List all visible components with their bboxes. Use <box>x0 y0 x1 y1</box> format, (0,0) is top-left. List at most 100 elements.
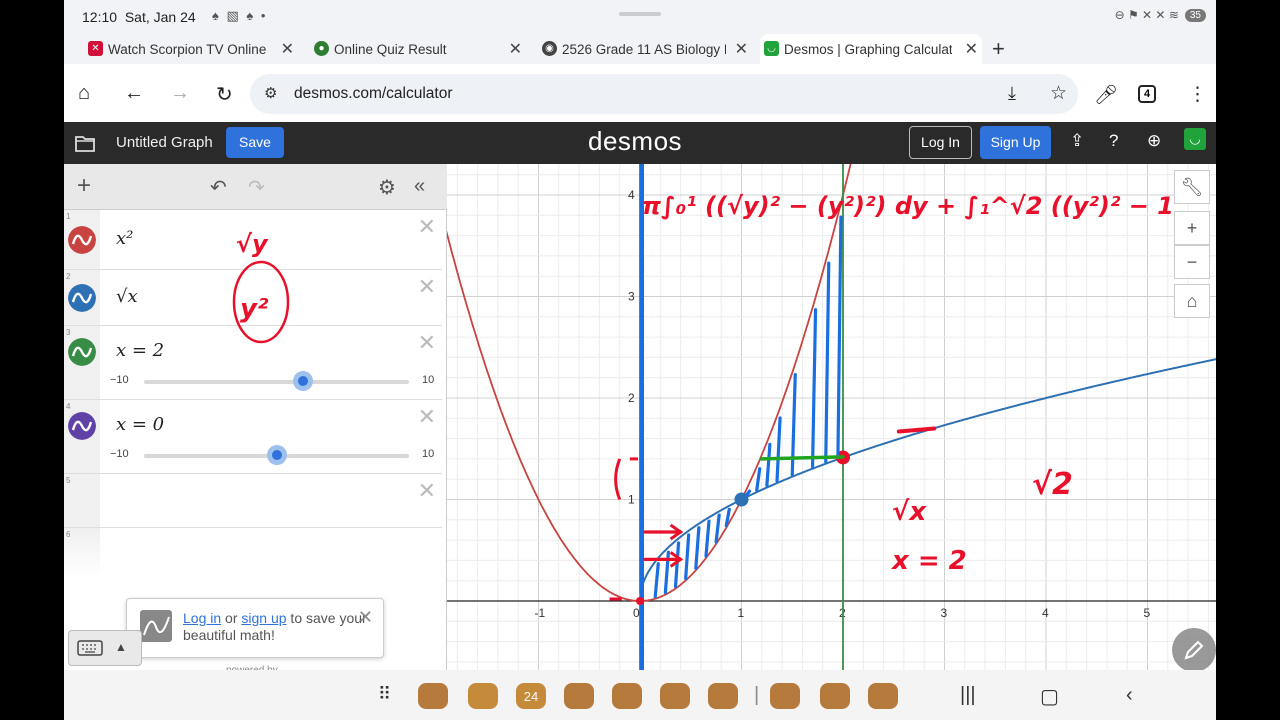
slider-x[interactable]: −10 10 <box>108 445 434 465</box>
graph-curve-icon[interactable] <box>68 412 96 440</box>
desmos-extension-icon[interactable]: ◡ <box>1184 128 1206 150</box>
signup-link[interactable]: sign up <box>241 610 286 626</box>
home-nav-icon[interactable]: ▢ <box>1040 684 1059 709</box>
delete-expression-icon[interactable]: ✕ <box>418 478 436 504</box>
login-button[interactable]: Log In <box>909 126 972 159</box>
settings-gear-icon[interactable]: ⚙ <box>378 175 396 200</box>
tab-biology[interactable]: ◉ 2526 Grade 11 AS Biology Ex ✕ <box>538 34 752 64</box>
recent-apps-icon[interactable]: ||| <box>960 684 976 707</box>
handwritten-x-equals-2: x = 2 <box>890 546 967 576</box>
collapse-panel-icon[interactable]: « <box>414 175 425 198</box>
files-app-icon[interactable] <box>468 683 498 709</box>
add-item-icon[interactable]: + <box>77 172 91 200</box>
graph-curve-icon[interactable] <box>68 284 96 312</box>
browser-tab-bar: ✕ Watch Scorpion TV Online | T ✕ ● Onlin… <box>64 32 1216 64</box>
home-icon[interactable]: ⌂ <box>78 82 90 105</box>
folder-icon[interactable] <box>74 132 96 154</box>
close-tab-icon[interactable]: ✕ <box>281 39 294 59</box>
menu-kebab-icon[interactable]: ⋮ <box>1188 83 1207 106</box>
expression-latex[interactable]: √x <box>116 286 138 307</box>
app-drawer-icon[interactable]: ⠿ <box>378 684 391 705</box>
gallery-app-icon[interactable] <box>868 683 898 709</box>
zoom-out-icon[interactable]: − <box>1174 245 1210 279</box>
back-nav-icon[interactable]: ‹ <box>1126 684 1133 707</box>
parabola-curve <box>447 164 852 602</box>
delete-expression-icon[interactable]: ✕ <box>418 404 436 430</box>
microphone-icon[interactable]: 🎤︎ <box>1094 83 1118 107</box>
handwritten-integral: π∫₀¹ ((√y)² − (y²)²) dy + ∫₁^√2 ((y²)² −… <box>642 192 1174 220</box>
handwritten-sqrt-2: √2 <box>1032 467 1073 502</box>
settings-app-icon[interactable] <box>708 683 738 709</box>
close-tab-icon[interactable]: ✕ <box>509 39 522 59</box>
graph-title[interactable]: Untitled Graph <box>116 134 213 151</box>
login-link[interactable]: Log in <box>183 610 221 626</box>
tab-desmos[interactable]: ◡ Desmos | Graphing Calculato ✕ <box>760 34 982 64</box>
youtube-app-icon[interactable] <box>820 683 850 709</box>
language-globe-icon[interactable]: ⊕ <box>1147 131 1161 151</box>
url-bar[interactable]: ⚙ desmos.com/calculator ⤓ ☆ <box>250 74 1078 114</box>
keypad-toggle-button[interactable]: ▲ <box>68 630 142 666</box>
zoom-in-icon[interactable]: + <box>1174 211 1210 245</box>
delete-expression-icon[interactable]: ✕ <box>418 330 436 356</box>
system-status-icons: ⊖ ⚑ ✕ ✕ ≋ 35 <box>1115 8 1206 22</box>
tab-quiz-result[interactable]: ● Online Quiz Result ✕ <box>310 34 526 64</box>
tablet-screen: 12:10 Sat, Jan 24 ♠ ▧ ♠ • ⊖ ⚑ ✕ ✕ ≋ 35 ✕… <box>64 0 1216 720</box>
help-icon[interactable]: ? <box>1109 131 1118 151</box>
address-toolbar: ⌂ ← → ↻ ⚙ desmos.com/calculator ⤓ ☆ 🎤︎ 4… <box>64 64 1216 122</box>
close-prompt-icon[interactable]: ✕ <box>358 607 373 628</box>
back-icon[interactable]: ← <box>124 82 144 105</box>
bookmark-star-icon[interactable]: ☆ <box>1050 82 1067 105</box>
clock-app-icon[interactable] <box>612 683 642 709</box>
graph-curve-icon[interactable] <box>68 226 96 254</box>
graph-paper[interactable]: -10123451234 π∫₀¹ ((√y)² − (y²)²) dy + ∫… <box>447 164 1216 670</box>
expression-row-6[interactable]: 6 <box>64 528 442 578</box>
save-button[interactable]: Save <box>226 127 284 158</box>
delete-expression-icon[interactable]: ✕ <box>418 214 436 240</box>
home-zoom-icon[interactable]: ⌂ <box>1174 284 1210 318</box>
slider-handle[interactable] <box>293 371 313 391</box>
expression-latex[interactable]: x² <box>116 228 133 249</box>
expression-row-4[interactable]: 4 x = 0 ✕ −10 10 <box>64 400 442 474</box>
hatch-stroke <box>836 215 843 459</box>
slider-handle[interactable] <box>266 445 287 465</box>
install-app-icon[interactable]: ⤓ <box>1008 83 1016 104</box>
desmos-logo: desmos <box>588 126 683 156</box>
multiwindow-handle[interactable] <box>619 12 661 16</box>
tab-scorpion[interactable]: ✕ Watch Scorpion TV Online | T ✕ <box>84 34 298 64</box>
signup-button[interactable]: Sign Up <box>980 126 1051 159</box>
close-tab-icon[interactable]: ✕ <box>965 39 978 59</box>
share-icon[interactable]: ⇪ <box>1070 131 1084 151</box>
desmos-icon: ◡ <box>764 41 779 56</box>
chrome-app-icon[interactable] <box>770 683 800 709</box>
calendar-app-icon[interactable]: 24 <box>516 683 546 709</box>
graph-settings-wrench-icon[interactable]: 🔧︎ <box>1174 170 1210 204</box>
close-tab-icon[interactable]: ✕ <box>735 39 748 59</box>
expression-row-5[interactable]: 5 ✕ <box>64 474 442 528</box>
new-tab-button[interactable]: + <box>992 36 1005 62</box>
notification-icons: ♠ ▧ ♠ • <box>212 8 268 23</box>
forward-icon[interactable]: → <box>170 82 190 105</box>
desmos-header: Untitled Graph Save desmos Log In Sign U… <box>64 122 1216 164</box>
slider-track[interactable] <box>144 380 409 384</box>
site-settings-icon[interactable]: ⚙ <box>264 84 277 102</box>
expression-latex[interactable]: x = 0 <box>116 414 164 435</box>
slider-x[interactable]: −10 10 <box>108 371 434 391</box>
handwritten-sqrt-y: √y <box>236 230 269 258</box>
chevron-up-icon: ▲ <box>115 640 127 654</box>
undo-icon[interactable]: ↶ <box>210 175 227 200</box>
redo-icon[interactable]: ↷ <box>248 175 265 200</box>
tab-switcher-button[interactable]: 4 <box>1138 85 1156 103</box>
graph-canvas[interactable]: -10123451234 π∫₀¹ ((√y)² − (y²)²) dy + ∫… <box>447 164 1216 670</box>
pen-annotation-button[interactable] <box>1172 628 1216 672</box>
x-tick-label: 5 <box>1144 606 1151 620</box>
hatch-stroke <box>673 541 681 589</box>
expression-latex[interactable]: x = 2 <box>116 340 164 361</box>
camera-app-icon[interactable] <box>564 683 594 709</box>
reload-icon[interactable]: ↻ <box>216 82 233 107</box>
login-save-prompt: Log in or sign up to save your beautiful… <box>126 598 384 658</box>
url-text[interactable]: desmos.com/calculator <box>294 85 453 103</box>
notes-app-icon[interactable] <box>418 683 448 709</box>
delete-expression-icon[interactable]: ✕ <box>418 274 436 300</box>
play-store-icon[interactable] <box>660 683 690 709</box>
graph-curve-icon[interactable] <box>68 338 96 366</box>
